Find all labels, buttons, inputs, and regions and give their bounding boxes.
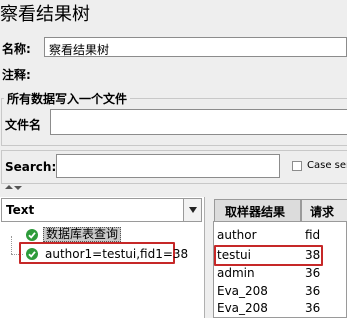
table-cell: 36 xyxy=(305,284,321,298)
search-input[interactable] xyxy=(56,154,280,178)
comment-label: 注释: xyxy=(2,68,31,82)
renderer-dropdown-button[interactable] xyxy=(183,199,201,221)
tree-item-label: 数据库表查询 xyxy=(43,227,122,242)
table-cell: Eva_208 xyxy=(217,301,268,315)
name-field-value: 察看结果树 xyxy=(49,43,110,57)
name-field[interactable]: 察看结果树 xyxy=(44,37,347,57)
table-row: Eva_208 36 xyxy=(217,284,347,300)
renderer-select-value: Text xyxy=(6,203,35,217)
table-cell: 38 xyxy=(305,248,321,262)
table-cell: author xyxy=(217,228,257,242)
table-row: Eva_208 36 xyxy=(217,301,347,317)
table-cell: admin xyxy=(217,266,255,280)
tree-item[interactable]: 数据库表查询 xyxy=(24,227,172,243)
tree-line xyxy=(11,236,13,254)
name-label: 名称: xyxy=(2,42,31,56)
tree-item-label: author1=testui,fid1=38 xyxy=(45,247,189,261)
tab-label: 取样器结果 xyxy=(225,205,286,219)
table-cell: testui xyxy=(217,248,251,262)
tab-request[interactable]: 请求 xyxy=(301,199,347,221)
search-label: Search: xyxy=(5,160,57,174)
file-group-title: 所有数据写入一个文件 xyxy=(4,90,131,107)
case-sensitive-label: Case sen xyxy=(307,160,347,171)
table-row: testui 38 xyxy=(217,248,347,264)
table-cell: 36 xyxy=(305,301,321,315)
tab-label: 请求 xyxy=(310,205,335,219)
chevron-down-icon xyxy=(189,207,197,213)
table-cell: Eva_208 xyxy=(217,284,268,298)
collapse-up-icon[interactable] xyxy=(5,185,13,189)
table-row: author fid xyxy=(217,228,347,244)
filename-input[interactable] xyxy=(50,109,347,135)
table-row: admin 36 xyxy=(217,266,347,282)
page-title: 察看结果树 xyxy=(0,4,90,25)
table-cell: fid xyxy=(305,228,321,242)
comment-field[interactable] xyxy=(38,63,347,82)
renderer-select[interactable]: Text xyxy=(1,198,202,222)
tab-sampler-result[interactable]: 取样器结果 xyxy=(214,199,301,221)
case-sensitive-checkbox[interactable] xyxy=(292,161,302,171)
collapse-down-icon[interactable] xyxy=(14,186,22,190)
success-check-icon xyxy=(26,229,38,241)
filename-label: 文件名 xyxy=(5,118,42,132)
table-cell: 36 xyxy=(305,266,321,280)
success-check-icon xyxy=(26,248,38,260)
tree-item[interactable]: author1=testui,fid1=38 xyxy=(24,246,188,262)
